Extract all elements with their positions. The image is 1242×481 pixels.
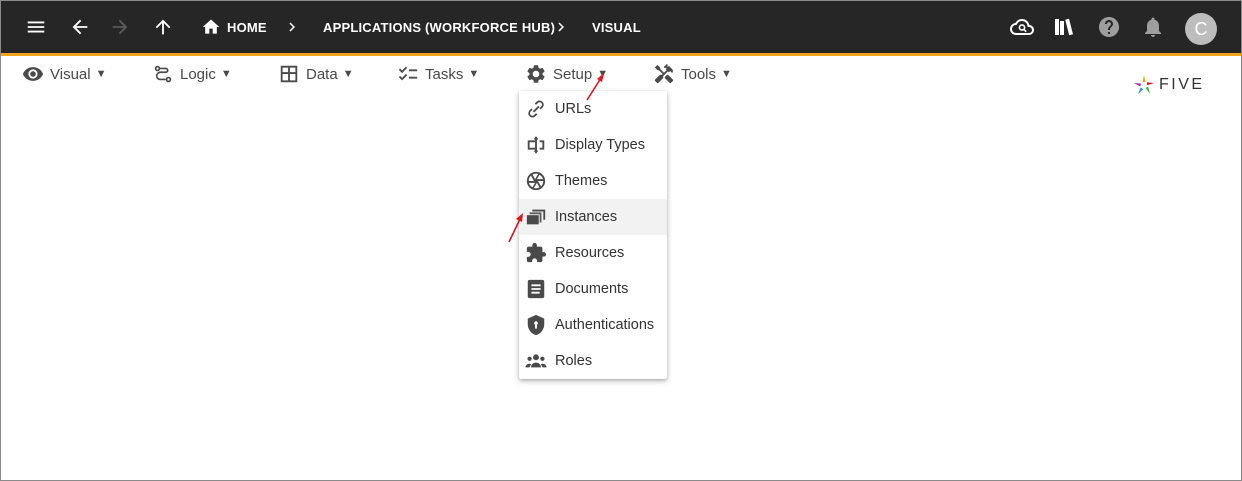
checklist-icon <box>398 66 418 81</box>
chevron-right-icon <box>552 18 570 36</box>
menu-tasks[interactable]: Tasks ▼ <box>397 57 479 91</box>
caret-down-icon: ▼ <box>721 68 732 80</box>
flow-icon <box>154 65 172 83</box>
display-type-icon <box>527 136 545 154</box>
dropdown-item-themes[interactable]: Themes <box>519 163 667 199</box>
group-icon <box>525 354 547 368</box>
tools-icon <box>654 63 674 84</box>
chevron-right-icon <box>283 18 301 36</box>
avatar-initial: C <box>1194 18 1208 39</box>
table-icon <box>280 65 298 83</box>
dropdown-item-display-types-label: Display Types <box>555 137 645 153</box>
five-logo-icon <box>1134 75 1154 94</box>
app-window: HOME APPLICATIONS (WORKFORCE HUB) VISUAL… <box>0 0 1242 481</box>
dropdown-item-documents[interactable]: Documents <box>519 271 667 307</box>
menu-tools[interactable]: Tools ▼ <box>653 57 732 91</box>
dropdown-item-instances[interactable]: Instances <box>519 199 667 235</box>
caret-down-icon: ▼ <box>95 68 107 80</box>
dropdown-item-urls-label: URLs <box>555 101 592 117</box>
avatar[interactable]: C <box>1185 13 1217 45</box>
menu-visual[interactable]: Visual ▼ <box>22 57 106 91</box>
breadcrumb-applications-label: APPLICATIONS (WORKFORCE HUB) <box>323 19 556 35</box>
up-icon[interactable] <box>149 13 177 41</box>
breadcrumb-visual-label: VISUAL <box>592 19 641 35</box>
caret-down-icon: ▼ <box>342 68 354 80</box>
breadcrumb-home-label: HOME <box>227 19 267 35</box>
dropdown-item-documents-label: Documents <box>555 281 629 297</box>
dropdown-item-roles-label: Roles <box>555 353 593 369</box>
stacked-windows-icon <box>526 209 546 225</box>
link-icon <box>528 100 544 118</box>
menu-setup-label: Setup <box>553 65 593 83</box>
puzzle-icon <box>526 242 547 263</box>
eye-icon <box>22 67 44 81</box>
library-icon[interactable] <box>1051 14 1077 40</box>
dropdown-item-instances-label: Instances <box>555 209 618 225</box>
menu-tools-label: Tools <box>681 65 717 83</box>
dropdown-item-resources-label: Resources <box>555 245 625 261</box>
five-logo: FIVE <box>1132 73 1205 97</box>
caret-down-icon: ▼ <box>597 68 609 80</box>
logo-text: FIVE <box>1159 76 1205 93</box>
bell-icon[interactable] <box>1140 14 1166 40</box>
dropdown-item-authentications-label: Authentications <box>555 317 655 333</box>
help-icon[interactable] <box>1096 14 1122 40</box>
gear-icon <box>527 65 545 83</box>
menu-data[interactable]: Data ▼ <box>278 57 354 91</box>
dropdown-item-display-types[interactable]: Display Types <box>519 127 667 163</box>
menu-data-label: Data <box>306 65 338 83</box>
shield-icon <box>527 314 545 336</box>
dropdown-item-authentications[interactable]: Authentications <box>519 307 667 343</box>
menu-tasks-label: Tasks <box>425 65 464 83</box>
menu-logic-label: Logic <box>180 65 216 83</box>
breadcrumb-applications[interactable]: APPLICATIONS (WORKFORCE HUB) <box>323 1 555 53</box>
breadcrumb-home[interactable]: HOME <box>201 1 267 53</box>
dropdown-item-roles[interactable]: Roles <box>519 343 667 379</box>
menu-visual-label: Visual <box>50 65 91 83</box>
caret-down-icon: ▼ <box>220 68 232 80</box>
menu-bar: Visual ▼ Logic ▼ Data ▼ Tasks ▼ Setup ▼ … <box>1 57 1241 91</box>
dropdown-item-themes-label: Themes <box>555 173 608 189</box>
accent-bar <box>1 53 1241 56</box>
dropdown-item-resources[interactable]: Resources <box>519 235 667 271</box>
menu-logic[interactable]: Logic ▼ <box>152 57 232 91</box>
caret-down-icon: ▼ <box>468 68 480 80</box>
cloud-search-icon[interactable] <box>1009 14 1035 40</box>
top-bar: HOME APPLICATIONS (WORKFORCE HUB) VISUAL… <box>1 1 1241 53</box>
home-icon <box>201 17 221 37</box>
menu-setup[interactable]: Setup ▼ <box>525 57 608 91</box>
back-icon[interactable] <box>66 13 94 41</box>
forward-icon[interactable] <box>106 13 134 41</box>
setup-dropdown: URLs Display Types Themes Instances Reso… <box>519 91 667 379</box>
aperture-icon <box>526 171 546 191</box>
menu-icon[interactable] <box>22 13 50 41</box>
breadcrumb-visual[interactable]: VISUAL <box>592 1 641 53</box>
document-icon <box>527 279 545 299</box>
dropdown-item-urls[interactable]: URLs <box>519 91 667 127</box>
